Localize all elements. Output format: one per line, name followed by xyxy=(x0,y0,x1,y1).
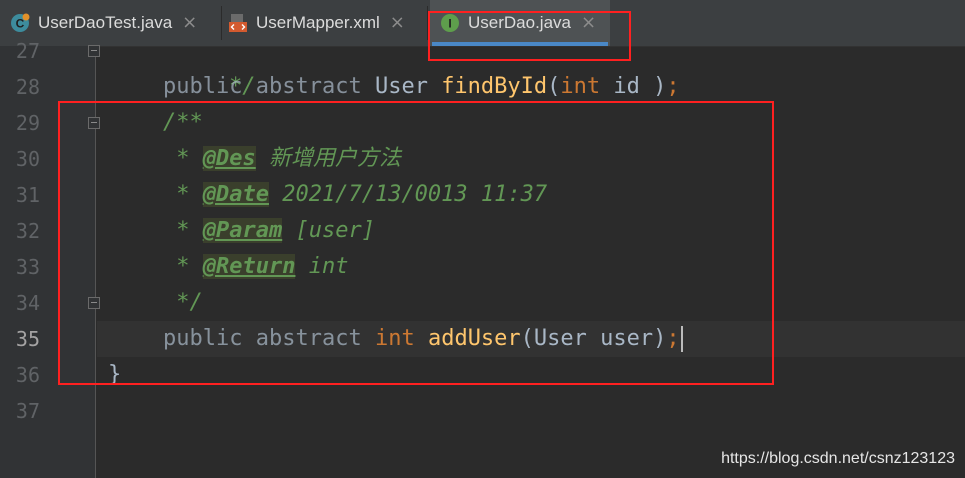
tab-userdao-java[interactable]: I UserDao.java × xyxy=(430,0,610,46)
code-line-30[interactable]: * @Des 新增用户方法 xyxy=(163,141,401,177)
tab-usermapper-xml[interactable]: UserMapper.xml × xyxy=(228,0,426,46)
svg-text:I: I xyxy=(448,17,451,31)
keyword-int: int xyxy=(374,326,415,351)
doc-text: 新增用户方法 xyxy=(255,146,401,171)
code-line-29[interactable]: /** xyxy=(163,105,203,141)
java-test-class-icon: C xyxy=(11,13,30,32)
closing-brace: } xyxy=(108,362,122,387)
line-number: 33 xyxy=(15,255,40,279)
code-line-27[interactable]: */ xyxy=(176,33,256,99)
code-line-31[interactable]: * @Date 2021/7/13/0013 11:37 xyxy=(163,177,547,213)
line-number: 28 xyxy=(15,75,40,99)
editor-tab-bar: C UserDaoTest.java × UserMapper.xml × I … xyxy=(0,0,965,47)
semicolon: ; xyxy=(666,74,680,99)
code-line-35[interactable]: public abstract int addUser(User user); xyxy=(163,321,683,357)
line-number: 36 xyxy=(15,363,40,387)
line-number: 31 xyxy=(15,183,40,207)
code-line-34[interactable]: */ xyxy=(163,285,203,321)
keyword-abstract: abstract xyxy=(255,74,362,99)
parameter: id ) xyxy=(600,74,667,99)
tab-divider xyxy=(427,6,428,40)
close-icon[interactable]: × xyxy=(581,14,596,32)
code-line-28[interactable]: public abstract User findById(int id ); xyxy=(163,69,680,105)
paren: ( xyxy=(547,74,561,99)
doc-tag-des: @Des xyxy=(202,146,256,171)
doc-star: * xyxy=(163,182,203,207)
tab-label: UserDaoTest.java xyxy=(38,13,173,32)
line-number: 29 xyxy=(15,111,40,135)
type-name: User xyxy=(374,74,428,99)
semicolon: ; xyxy=(666,326,680,351)
doc-tag-date: @Date xyxy=(202,182,269,207)
line-number: 27 xyxy=(15,39,40,63)
doc-star: * xyxy=(163,254,203,279)
keyword-int: int xyxy=(560,74,601,99)
tab-label: UserMapper.xml xyxy=(256,13,380,32)
code-line-32[interactable]: * @Param [user] xyxy=(163,213,375,249)
watermark: https://blog.csdn.net/csnz123123 xyxy=(721,450,955,467)
line-number: 34 xyxy=(15,291,40,315)
doc-comment-close: */ xyxy=(163,290,203,315)
line-number-gutter[interactable]: 27 28 29 30 31 32 33 34 35 36 37 xyxy=(0,39,100,478)
line-number: 32 xyxy=(15,219,40,243)
code-editor[interactable]: */ public abstract User findById(int id … xyxy=(97,46,965,478)
keyword-public: public xyxy=(163,74,243,99)
parameter-list: (User user) xyxy=(520,326,667,351)
keyword-abstract: abstract xyxy=(255,326,362,351)
close-icon[interactable]: × xyxy=(390,14,405,32)
doc-tag-return: @Return xyxy=(202,254,296,279)
code-line-33[interactable]: * @Return int xyxy=(163,249,348,285)
keyword-public: public xyxy=(163,326,243,351)
xml-file-icon xyxy=(229,14,247,32)
line-number: 37 xyxy=(15,399,40,423)
method-name: addUser xyxy=(427,326,521,351)
doc-text: [user] xyxy=(282,218,375,243)
line-number: 30 xyxy=(15,147,40,171)
code-line-37[interactable] xyxy=(108,393,508,429)
doc-text: int xyxy=(295,254,349,279)
tab-label: UserDao.java xyxy=(468,13,571,32)
doc-comment-open: /** xyxy=(163,110,203,135)
doc-tag-param: @Param xyxy=(202,218,283,243)
interface-icon: I xyxy=(441,14,459,32)
method-name: findById xyxy=(441,74,548,99)
code-line-36[interactable]: } xyxy=(108,357,121,393)
text-caret xyxy=(680,326,683,352)
doc-star: * xyxy=(163,218,203,243)
doc-star: * xyxy=(163,146,203,171)
line-number-current: 35 xyxy=(15,327,40,351)
doc-text: 2021/7/13/0013 11:37 xyxy=(268,182,548,207)
close-icon[interactable]: × xyxy=(182,14,197,32)
